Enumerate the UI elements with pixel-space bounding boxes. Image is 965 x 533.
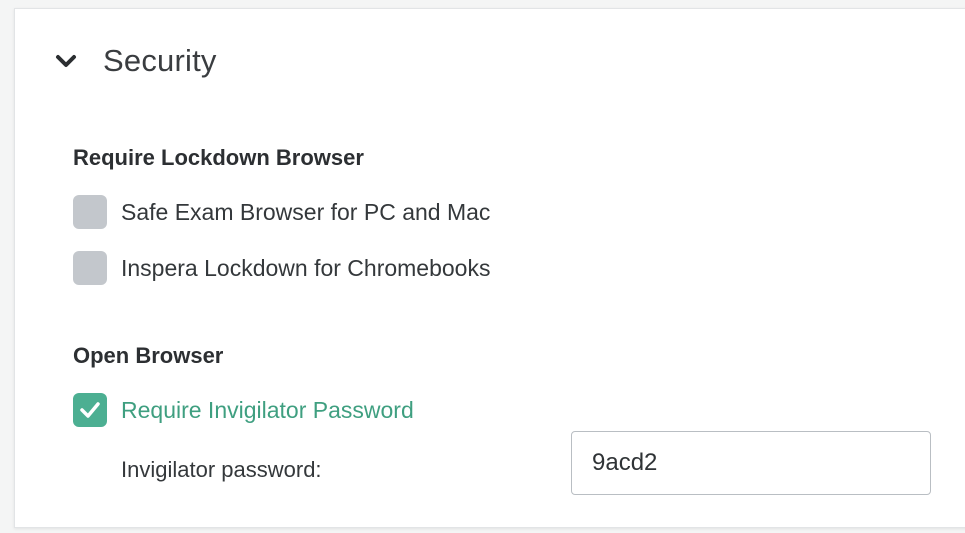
- require-password-label[interactable]: Require Invigilator Password: [121, 397, 414, 424]
- inspera-lockdown-checkbox[interactable]: [73, 251, 107, 285]
- inspera-lockdown-label[interactable]: Inspera Lockdown for Chromebooks: [121, 255, 490, 282]
- lockdown-browser-heading: Require Lockdown Browser: [73, 145, 364, 170]
- require-password-checkbox[interactable]: [73, 393, 107, 427]
- safe-exam-browser-checkbox[interactable]: [73, 195, 107, 229]
- security-section-toggle[interactable]: Security: [55, 39, 217, 83]
- section-title: Security: [103, 43, 217, 78]
- require-password-option[interactable]: Require Invigilator Password: [73, 393, 414, 427]
- inspera-lockdown-option[interactable]: Inspera Lockdown for Chromebooks: [73, 251, 490, 285]
- safe-exam-browser-label[interactable]: Safe Exam Browser for PC and Mac: [121, 199, 490, 226]
- safe-exam-browser-option[interactable]: Safe Exam Browser for PC and Mac: [73, 195, 490, 229]
- chevron-down-icon[interactable]: [55, 50, 77, 72]
- open-browser-heading: Open Browser: [73, 343, 224, 368]
- invigilator-password-label: Invigilator password:: [121, 457, 322, 482]
- security-panel: Security Require Lockdown Browser Safe E…: [14, 8, 965, 528]
- checkmark-icon: [80, 402, 100, 418]
- invigilator-password-input[interactable]: [571, 431, 931, 495]
